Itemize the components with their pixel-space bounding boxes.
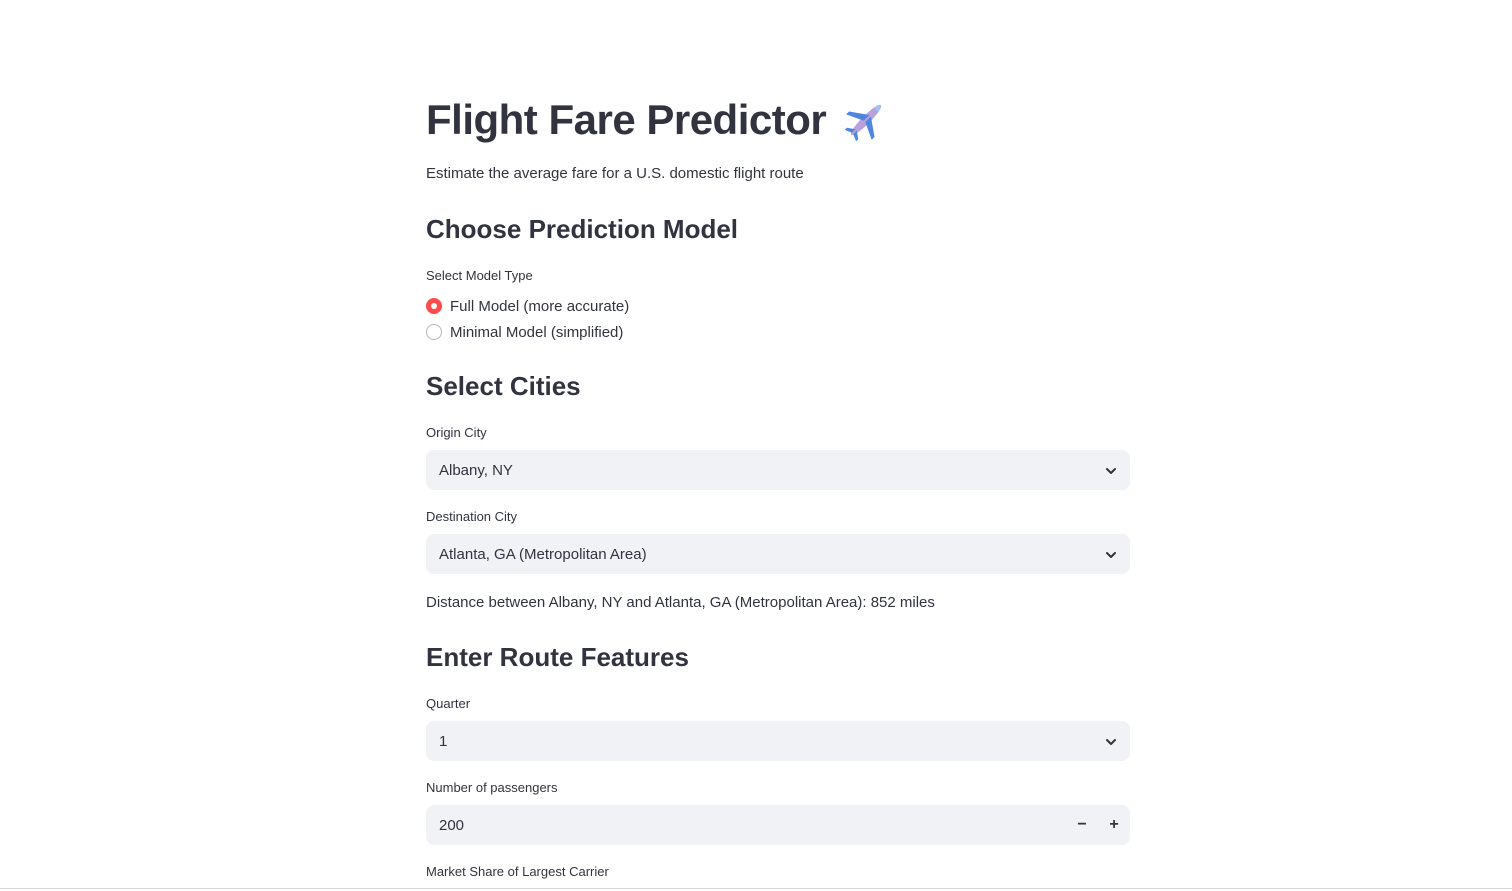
destination-city-value: Atlanta, GA (Metropolitan Area) <box>439 545 647 563</box>
title-row: Flight Fare Predictor <box>426 92 890 148</box>
origin-city-label: Origin City <box>426 425 487 440</box>
chevron-down-icon[interactable] <box>1105 548 1117 560</box>
increment-button[interactable]: + <box>1098 805 1130 845</box>
page-title: Flight Fare Predictor <box>426 96 827 143</box>
radio-option-full-model[interactable]: Full Model (more accurate) <box>426 295 629 317</box>
app-page: Flight Fare Predictor Estimate the avera… <box>0 0 1512 891</box>
route-section-heading: Enter Route Features <box>426 642 689 672</box>
chevron-down-icon[interactable] <box>1105 735 1117 747</box>
destination-city-select[interactable]: Atlanta, GA (Metropolitan Area) <box>426 534 1130 574</box>
page-subtitle: Estimate the average fare for a U.S. dom… <box>426 165 804 182</box>
passengers-label: Number of passengers <box>426 780 558 795</box>
radio-option-minimal-model[interactable]: Minimal Model (simplified) <box>426 321 623 343</box>
model-type-label: Select Model Type <box>426 268 533 283</box>
quarter-label: Quarter <box>426 696 471 711</box>
market-share-label: Market Share of Largest Carrier <box>426 864 609 879</box>
model-section-heading: Choose Prediction Model <box>426 214 739 244</box>
decrement-button[interactable]: − <box>1066 805 1098 845</box>
radio-unselected-icon[interactable] <box>426 324 442 340</box>
quarter-value: 1 <box>439 732 448 750</box>
destination-city-label: Destination City <box>426 509 518 524</box>
radio-selected-icon[interactable] <box>426 298 442 314</box>
viewport-bottom-border <box>0 888 1512 889</box>
passengers-number-input[interactable]: 200 − + <box>426 805 1130 845</box>
airplane-icon <box>842 96 890 144</box>
radio-option-label: Full Model (more accurate) <box>450 297 630 315</box>
distance-info: Distance between Albany, NY and Atlanta,… <box>426 594 935 611</box>
origin-city-value: Albany, NY <box>439 461 513 479</box>
radio-option-label: Minimal Model (simplified) <box>450 323 624 341</box>
passengers-value[interactable]: 200 <box>426 817 1066 834</box>
cities-section-heading: Select Cities <box>426 371 581 401</box>
origin-city-select[interactable]: Albany, NY <box>426 450 1130 490</box>
quarter-select[interactable]: 1 <box>426 721 1130 761</box>
chevron-down-icon[interactable] <box>1105 464 1117 476</box>
